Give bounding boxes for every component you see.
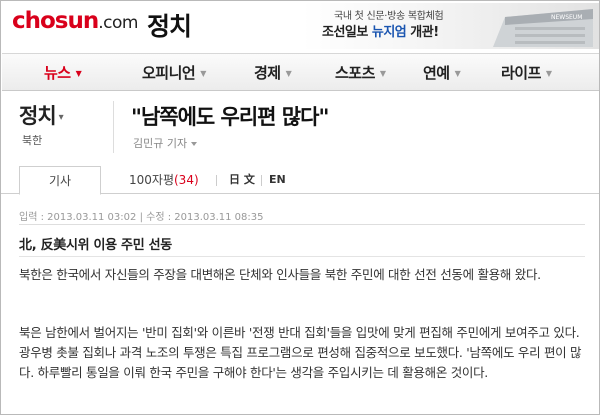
tab-divider <box>261 175 262 186</box>
chevron-down-icon: ▼ <box>454 69 461 78</box>
article-paragraph: 북한은 한국에서 자신들의 주장을 대변해온 단체와 인사들을 북한 주민에 대… <box>19 267 541 282</box>
lang-english[interactable]: EN <box>269 166 286 194</box>
nav-label: 경제 <box>254 64 281 82</box>
banner-highlight: 뉴지엄 <box>371 25 407 40</box>
main-nav: 뉴스 ▼ 오피니언 ▼ 경제 ▼ 스포츠 ▼ 연예 ▼ 라이프 ▼ <box>2 53 599 91</box>
category-dropdown[interactable]: 정치 ▾ <box>19 100 64 130</box>
banner-prefix: 조선일보 <box>322 25 372 40</box>
tab-divider <box>216 175 217 186</box>
chevron-down-icon: ▼ <box>285 69 292 78</box>
nav-item-life[interactable]: 라이프 ▼ <box>501 62 552 83</box>
nav-item-opinion[interactable]: 오피니언 ▼ <box>142 62 206 83</box>
banner-line2: 조선일보 뉴지엄 개관! <box>322 21 439 40</box>
tab-article[interactable]: 기사 <box>19 166 101 195</box>
published-date: 입력 : 2013.03.11 03:02 <box>19 212 137 223</box>
newseum-banner[interactable]: 국내 첫 신문·방송 복합체험 조선일보 뉴지엄 개관! NEWSEUM <box>302 3 599 49</box>
category-block: 정치 ▾ 북한 <box>19 100 64 147</box>
chevron-down-icon: ▼ <box>545 69 552 78</box>
nav-item-entertainment[interactable]: 연예 ▼ <box>423 62 461 83</box>
nav-label: 라이프 <box>501 64 541 82</box>
lang-japanese[interactable]: 日 文 <box>229 166 255 194</box>
category-label: 정치 <box>19 104 57 128</box>
comments-label: 100자평 <box>129 173 174 187</box>
updated-date: 수정 : 2013.03.11 08:35 <box>146 212 264 223</box>
chevron-down-icon: ▼ <box>200 69 206 78</box>
comments-count: (34) <box>174 173 199 187</box>
header-divider <box>113 101 114 153</box>
nav-label: 뉴스 <box>44 64 71 82</box>
section-title[interactable]: 정치 <box>147 7 192 43</box>
dropdown-arrow-icon <box>191 142 198 146</box>
byline[interactable]: 김민규 기자 <box>133 135 198 151</box>
chosun-logo[interactable]: chosun.com <box>12 8 138 34</box>
nav-item-news[interactable]: 뉴스 ▼ <box>44 62 82 83</box>
divider <box>19 256 585 257</box>
article-subhead: 北, 反美시위 이용 주민 선동 <box>19 238 172 253</box>
article-paragraph: 북은 남한에서 벌어지는 '반미 집회'와 이른바 '전쟁 반대 집회'들을 입… <box>19 325 582 380</box>
article-dates: 입력 : 2013.03.11 03:02 | 수정 : 2013.03.11 … <box>19 212 264 223</box>
nav-item-sports[interactable]: 스포츠 ▼ <box>335 62 386 83</box>
site-header: chosun.com 정치 국내 첫 신문·방송 복합체험 조선일보 뉴지엄 개… <box>2 2 599 50</box>
nav-label: 연예 <box>423 64 450 82</box>
banner-line1: 국내 첫 신문·방송 복합체험 <box>334 11 444 22</box>
tab-comments[interactable]: 100자평(34) <box>129 166 199 194</box>
logo-suffix: .com <box>98 13 138 33</box>
banner-suffix: 개관! <box>406 25 439 40</box>
building-icon: NEWSEUM <box>493 9 593 47</box>
byline-text: 김민규 기자 <box>133 137 188 150</box>
chevron-down-icon: ▼ <box>75 69 82 78</box>
divider <box>19 224 585 225</box>
logo-main: chosun <box>12 8 99 34</box>
page-frame: chosun.com 정치 국내 첫 신문·방송 복합체험 조선일보 뉴지엄 개… <box>0 0 600 415</box>
caret-down-icon: ▾ <box>58 111 64 123</box>
chevron-down-icon: ▼ <box>379 69 386 78</box>
nav-item-economy[interactable]: 경제 ▼ <box>254 62 292 83</box>
nav-label: 오피니언 <box>142 64 196 82</box>
article-tabs: 기사 100자평(34) 日 文 EN <box>1 166 599 195</box>
building-sign: NEWSEUM <box>551 14 582 21</box>
subcategory-link[interactable]: 북한 <box>22 132 42 148</box>
nav-label: 스포츠 <box>335 64 375 82</box>
article-headline: "남쪽에도 우리편 많다" <box>131 105 329 129</box>
